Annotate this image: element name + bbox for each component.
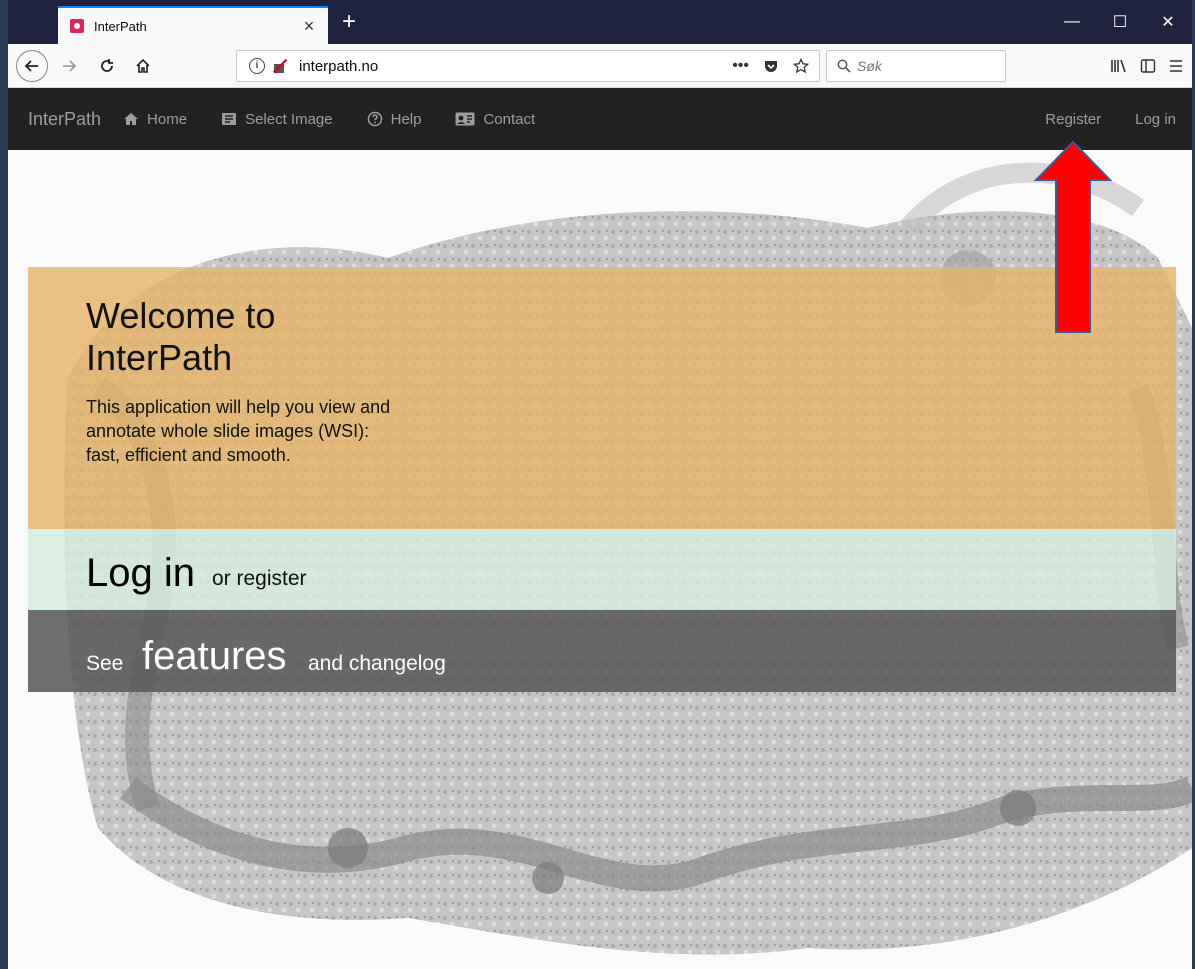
toolbar-right xyxy=(1110,51,1184,81)
page-actions-icon[interactable]: ••• xyxy=(732,57,749,75)
register-small-link[interactable]: or register xyxy=(212,567,307,591)
browser-toolbar: i interpath.no ••• Søk xyxy=(8,44,1192,88)
forward-button[interactable] xyxy=(54,51,84,81)
tab-bar: InterPath × + — ☐ ✕ xyxy=(8,0,1192,44)
features-link[interactable]: features xyxy=(142,634,287,679)
tab-title: InterPath xyxy=(94,18,147,34)
menu-icon[interactable] xyxy=(1168,58,1184,74)
site-info-icon[interactable]: i xyxy=(249,58,265,74)
back-button[interactable] xyxy=(16,50,48,82)
login-link[interactable]: Log in xyxy=(1135,111,1176,128)
reload-button[interactable] xyxy=(92,51,122,81)
home-icon xyxy=(136,58,150,73)
changelog-link[interactable]: and changelog xyxy=(308,652,446,676)
web-page: InterPath Home Select Image Help Contact… xyxy=(8,88,1192,969)
nav-help-label: Help xyxy=(390,110,422,128)
home-button[interactable] xyxy=(128,51,158,81)
library-icon[interactable] xyxy=(1110,58,1128,74)
register-link[interactable]: Register xyxy=(1045,111,1101,128)
favicon-icon xyxy=(70,19,84,33)
bookmark-star-icon[interactable] xyxy=(793,58,809,74)
login-band: Log in or register xyxy=(28,529,1176,610)
nav-home[interactable]: Home xyxy=(123,111,187,128)
nav-select-image-label: Select Image xyxy=(245,110,333,128)
browser-window: InterPath × + — ☐ ✕ i interpath.no ••• S… xyxy=(0,0,1195,969)
maximize-button[interactable]: ☐ xyxy=(1096,0,1144,44)
reload-icon xyxy=(101,59,113,72)
nav-contact-label: Contact xyxy=(483,110,536,128)
contact-card-icon xyxy=(455,112,475,126)
window-border-left xyxy=(0,0,8,969)
welcome-heading: Welcome to InterPath xyxy=(86,295,276,378)
search-placeholder: Søk xyxy=(857,58,882,74)
insecure-lock-icon[interactable] xyxy=(271,58,288,74)
pocket-icon[interactable] xyxy=(763,58,779,74)
home-icon xyxy=(123,112,139,126)
forward-arrow-icon xyxy=(63,60,77,72)
sidebar-icon[interactable] xyxy=(1140,58,1156,74)
nav-help[interactable]: Help xyxy=(367,110,422,128)
features-band: See features and changelog xyxy=(28,610,1176,692)
close-window-button[interactable]: ✕ xyxy=(1144,0,1192,44)
nav-select-image[interactable]: Select Image xyxy=(221,111,333,128)
annotation-up-arrow xyxy=(1034,140,1112,333)
welcome-jumbotron: Welcome to InterPath This application wi… xyxy=(28,267,1176,529)
image-list-icon xyxy=(221,112,237,126)
url-text[interactable]: interpath.no xyxy=(299,58,732,75)
window-controls: — ☐ ✕ xyxy=(1048,0,1192,44)
features-prefix: See xyxy=(86,652,124,675)
nav-home-label: Home xyxy=(147,110,188,128)
tab-interpath[interactable]: InterPath × xyxy=(58,6,328,44)
search-icon xyxy=(837,59,851,73)
url-bar[interactable]: i interpath.no ••• xyxy=(236,50,820,82)
back-arrow-icon xyxy=(24,60,38,72)
welcome-description: This application will help you view and … xyxy=(86,397,391,465)
site-navbar: InterPath Home Select Image Help Contact… xyxy=(8,88,1192,150)
new-tab-button[interactable]: + xyxy=(334,8,364,38)
brand-link[interactable]: InterPath xyxy=(28,109,101,130)
search-input[interactable]: Søk xyxy=(826,50,1006,82)
tab-close-icon[interactable]: × xyxy=(296,16,322,37)
minimize-button[interactable]: — xyxy=(1048,0,1096,44)
help-circle-icon xyxy=(367,111,383,127)
login-big-link[interactable]: Log in xyxy=(86,551,195,596)
nav-contact[interactable]: Contact xyxy=(455,111,535,128)
